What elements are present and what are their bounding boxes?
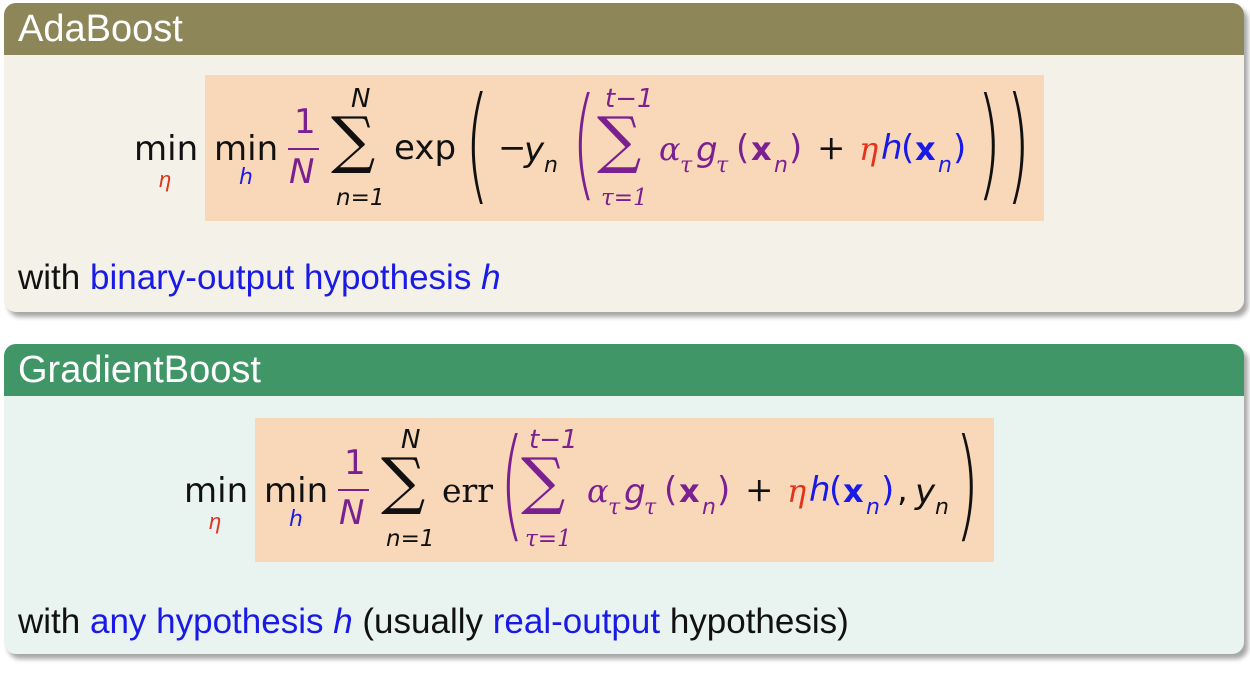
alpha: α bbox=[587, 472, 609, 510]
alpha-sub: τ bbox=[608, 495, 621, 520]
caption-keyword: any hypothesis bbox=[89, 602, 324, 641]
g-sub: τ bbox=[644, 495, 657, 520]
rparen: ) bbox=[955, 412, 980, 555]
g-var: g bbox=[624, 472, 646, 512]
x-var: x bbox=[679, 472, 700, 510]
caption-h: h bbox=[481, 258, 501, 297]
x-sub: n bbox=[774, 153, 788, 178]
h-rparen: ) bbox=[953, 128, 967, 168]
sum-bottom: n=1 bbox=[336, 185, 385, 211]
inner-sum-bottom: τ=1 bbox=[601, 185, 648, 211]
frac-bar bbox=[288, 148, 319, 150]
x-var: x bbox=[751, 130, 772, 168]
minus-sign: − bbox=[498, 128, 527, 168]
min-inner-sub: h bbox=[289, 507, 303, 532]
frac-bar bbox=[338, 489, 369, 491]
caption-h: h bbox=[333, 602, 353, 641]
frac-den: N bbox=[289, 152, 315, 192]
hx-var: x bbox=[915, 130, 936, 168]
frac-num: 1 bbox=[344, 443, 366, 483]
lparen-inner: ( bbox=[572, 71, 597, 214]
func-exp: exp bbox=[394, 128, 457, 168]
y-var: y bbox=[915, 472, 936, 512]
h-rparen: ) bbox=[881, 470, 895, 510]
rparen-inner: ) bbox=[977, 71, 1002, 214]
g-sub: τ bbox=[716, 153, 729, 178]
g-rparen: ) bbox=[789, 128, 803, 168]
y-sub: n bbox=[935, 495, 949, 520]
g-var: g bbox=[696, 130, 718, 170]
y-var: y bbox=[524, 130, 545, 170]
caption-with: with bbox=[18, 602, 81, 641]
big-rparen: ) bbox=[1006, 68, 1031, 219]
adaboost-formula: min h 1 N N ∑ n=1 exp ( − y n ( t−1 ∑ τ=… bbox=[205, 75, 1044, 221]
comma: , bbox=[897, 470, 908, 510]
sum-symbol: ∑ bbox=[381, 444, 426, 517]
h-lparen: ( bbox=[829, 470, 843, 510]
gradientboost-title: GradientBoost bbox=[4, 344, 1244, 396]
caption-usually: (usually bbox=[362, 602, 484, 641]
min-inner: min bbox=[264, 471, 329, 511]
caption-hypothesis: hypothesis) bbox=[669, 602, 849, 641]
inner-sum-symbol: ∑ bbox=[521, 444, 566, 517]
g-lparen: ( bbox=[664, 470, 678, 510]
big-lparen: ( bbox=[465, 68, 490, 219]
eta: η bbox=[787, 472, 807, 510]
min-inner: min bbox=[214, 129, 279, 169]
hx-var: x bbox=[843, 472, 864, 510]
h-var: h bbox=[809, 470, 831, 510]
min-outer-sub: η bbox=[159, 167, 172, 192]
gradientboost-caption: with any hypothesis h (usually real-outp… bbox=[18, 602, 849, 642]
x-sub: n bbox=[702, 495, 716, 520]
caption-keyword: binary-output hypothesis bbox=[89, 258, 472, 297]
min-outer: min bbox=[184, 471, 249, 511]
hx-sub: n bbox=[866, 495, 880, 520]
plus-sign: + bbox=[745, 470, 774, 510]
frac-num: 1 bbox=[294, 102, 316, 142]
min-inner-sub: h bbox=[239, 165, 253, 190]
eta: η bbox=[859, 130, 879, 168]
min-outer: min bbox=[134, 129, 199, 169]
inner-sum-symbol: ∑ bbox=[597, 103, 642, 176]
hx-sub: n bbox=[938, 153, 952, 178]
func-err: err bbox=[442, 471, 494, 510]
h-var: h bbox=[881, 128, 903, 168]
adaboost-title: AdaBoost bbox=[4, 3, 1244, 55]
adaboost-caption: with binary-output hypothesis h bbox=[18, 258, 501, 298]
alpha-sub: τ bbox=[680, 153, 693, 178]
inner-sum-bottom: τ=1 bbox=[525, 526, 572, 552]
gradientboost-block: GradientBoost min η min h 1 N N ∑ n=1 er… bbox=[4, 344, 1244, 654]
sum-symbol: ∑ bbox=[331, 103, 376, 176]
sum-bottom: n=1 bbox=[386, 526, 435, 552]
frac-den: N bbox=[339, 493, 365, 533]
caption-keyword-2: real-output bbox=[492, 602, 661, 641]
y-sub: n bbox=[544, 153, 558, 178]
adaboost-block: AdaBoost min η min h 1 N N ∑ n=1 exp ( −… bbox=[4, 3, 1244, 312]
caption-with: with bbox=[18, 258, 81, 297]
min-outer-sub: η bbox=[209, 509, 222, 534]
g-lparen: ( bbox=[736, 128, 750, 168]
h-lparen: ( bbox=[901, 128, 915, 168]
plus-sign: + bbox=[817, 128, 846, 168]
g-rparen: ) bbox=[717, 470, 731, 510]
alpha: α bbox=[659, 130, 681, 168]
gradientboost-formula: min h 1 N N ∑ n=1 err ( t−1 ∑ τ=1 α τ g … bbox=[255, 418, 994, 562]
